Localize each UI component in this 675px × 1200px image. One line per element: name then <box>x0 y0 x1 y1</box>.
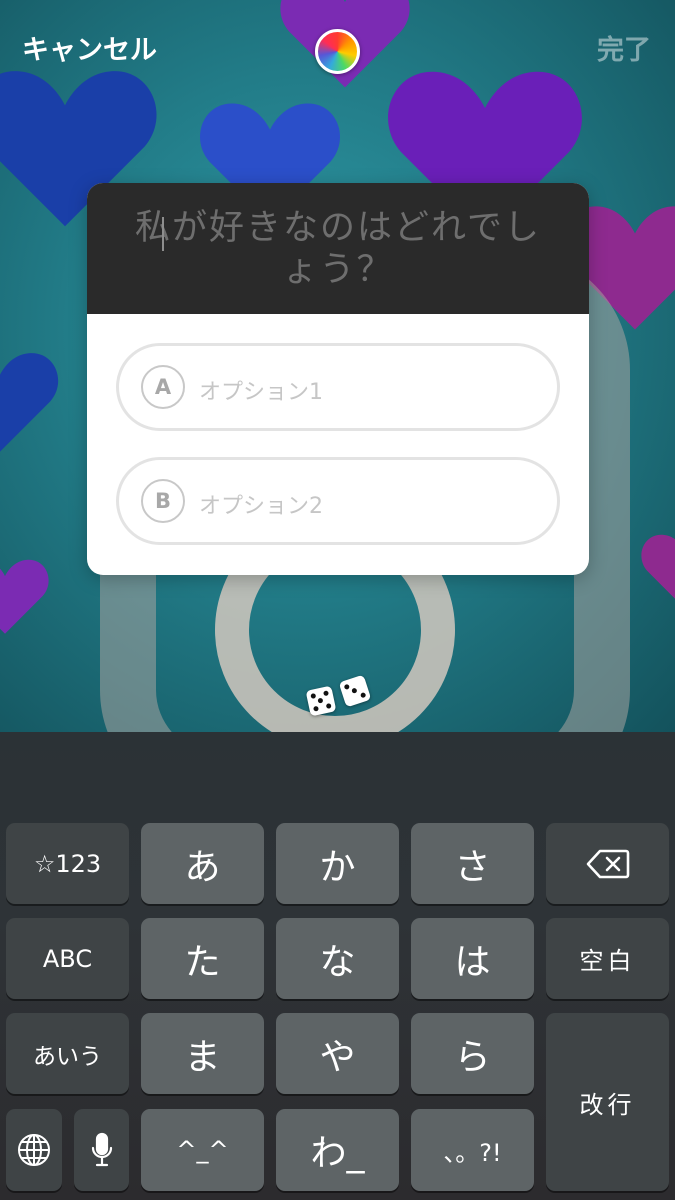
die-left <box>305 685 337 717</box>
quiz-sticker: 私が好きなのはどれでしょう？ A オプション1 B オプション2 <box>87 183 589 575</box>
key-ya[interactable]: や <box>276 1013 399 1094</box>
backspace-icon[interactable] <box>546 823 669 904</box>
key-wa[interactable]: わ_ <box>276 1109 399 1191</box>
key-symbols[interactable]: ☆123 <box>6 823 129 904</box>
key-kana-mode[interactable]: あいう <box>6 1013 129 1094</box>
key-abc[interactable]: ABC <box>6 918 129 999</box>
key-ma[interactable]: ま <box>141 1013 264 1094</box>
color-picker-icon[interactable] <box>315 29 360 74</box>
top-bar: キャンセル 完了 <box>0 0 675 100</box>
globe-icon[interactable] <box>6 1109 62 1191</box>
option-a-field[interactable]: A オプション1 <box>116 343 560 431</box>
done-button[interactable]: 完了 <box>597 28 651 67</box>
heart-decoration <box>0 340 60 460</box>
key-return[interactable]: 改行 <box>546 1013 669 1191</box>
dice-icon[interactable] <box>305 674 375 720</box>
key-sa[interactable]: さ <box>411 823 534 904</box>
key-ra[interactable]: ら <box>411 1013 534 1094</box>
option-b-placeholder: オプション2 <box>199 494 323 519</box>
option-a-placeholder: オプション1 <box>199 380 323 405</box>
heart-decoration <box>640 510 675 630</box>
key-punctuation[interactable]: 、。?! <box>411 1109 534 1191</box>
key-ka[interactable]: か <box>276 823 399 904</box>
key-emoticon[interactable]: ^_^ <box>141 1109 264 1191</box>
key-ta[interactable]: た <box>141 918 264 999</box>
text-cursor <box>162 217 164 251</box>
option-b-badge: B <box>141 479 185 523</box>
microphone-icon[interactable] <box>74 1109 129 1191</box>
option-b-field[interactable]: B オプション2 <box>116 457 560 545</box>
key-na[interactable]: な <box>276 918 399 999</box>
key-space[interactable]: 空白 <box>546 918 669 999</box>
japanese-kana-keyboard: ☆123 あ か さ ABC た な は 空白 あいう ま や ら 改行 ^_^… <box>0 732 675 1200</box>
heart-decoration <box>0 550 50 640</box>
key-a[interactable]: あ <box>141 823 264 904</box>
cancel-button[interactable]: キャンセル <box>22 28 157 67</box>
option-a-badge: A <box>141 365 185 409</box>
quiz-question-area[interactable]: 私が好きなのはどれでしょう？ <box>87 183 589 314</box>
die-right <box>338 674 372 708</box>
key-ha[interactable]: は <box>411 918 534 999</box>
